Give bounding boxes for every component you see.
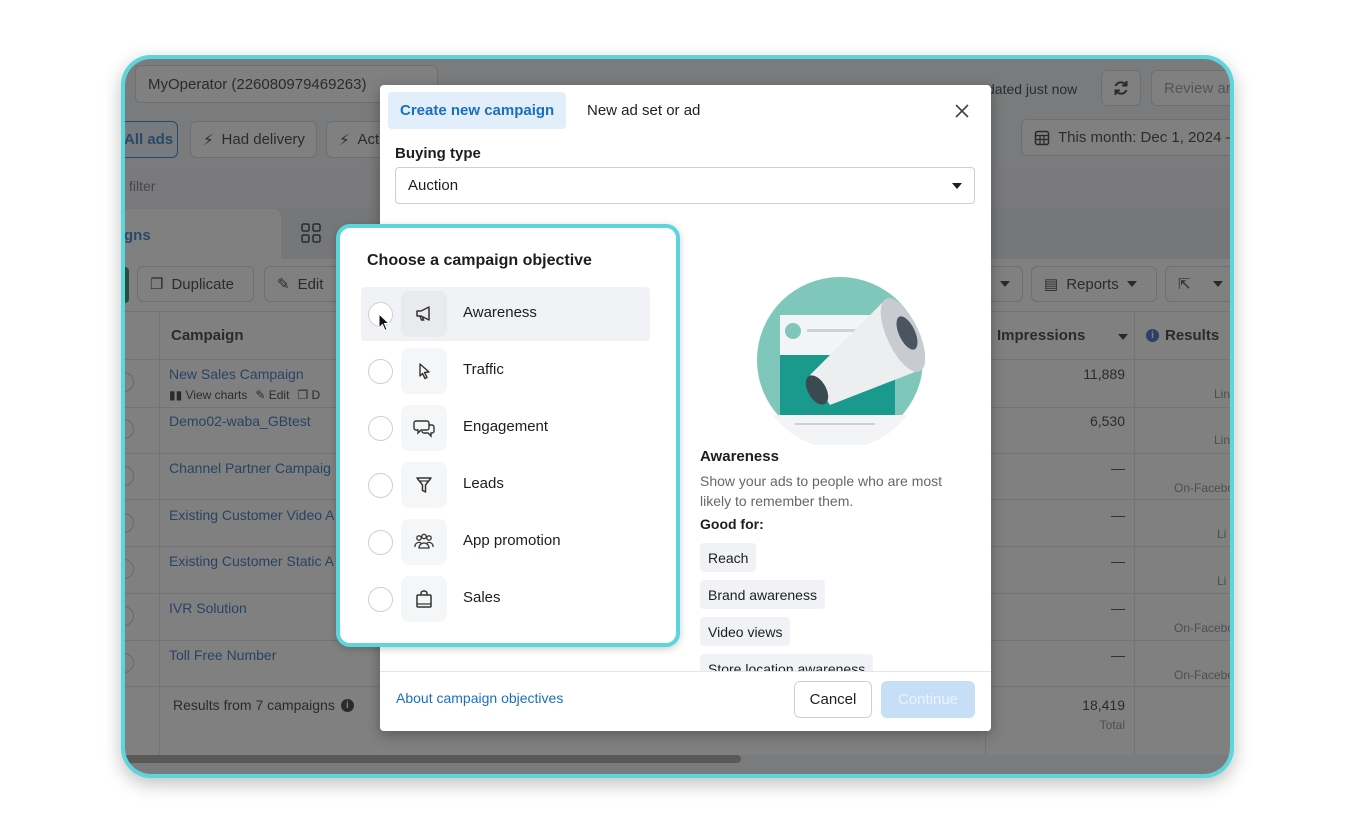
illustration-avatar <box>785 323 801 339</box>
illustration-card-bottom <box>773 415 907 445</box>
objective-option-leads[interactable]: Leads <box>361 458 650 512</box>
good-for-chip: Video views <box>700 617 791 646</box>
objective-label: Sales <box>463 589 501 606</box>
megaphone-icon <box>401 291 447 337</box>
objective-radio[interactable] <box>368 416 393 441</box>
objective-label: Traffic <box>463 361 504 378</box>
objective-label: Leads <box>463 475 504 492</box>
caret-down-icon <box>952 182 962 189</box>
continue-button-label: Continue <box>897 691 959 708</box>
cursor-icon <box>401 348 447 394</box>
awareness-illustration <box>757 277 925 445</box>
objective-description-text: Show your ads to people who are most lik… <box>700 473 943 509</box>
continue-button[interactable]: Continue <box>881 681 975 718</box>
good-for-label: Good for: <box>700 516 764 532</box>
objective-label: App promotion <box>463 532 561 549</box>
illustration-line <box>795 423 875 425</box>
cancel-button-label: Cancel <box>809 691 857 708</box>
objective-radio[interactable] <box>368 359 393 384</box>
good-for-chip: Brand awareness <box>700 580 825 609</box>
modal-footer: About campaign objectives Cancel Continu… <box>380 671 991 731</box>
buying-type-label: Buying type <box>395 145 481 162</box>
funnel-icon <box>401 462 447 508</box>
illustration-line <box>807 329 857 332</box>
about-campaign-objectives-link[interactable]: About campaign objectives <box>396 690 563 706</box>
tab-create-label: Create new campaign <box>400 102 555 119</box>
tab-create-new-campaign[interactable]: Create new campaign <box>388 92 567 129</box>
objective-label: Engagement <box>463 418 549 435</box>
mouse-cursor-icon <box>378 313 391 332</box>
good-for-chip: Reach <box>700 543 757 572</box>
objective-description-title: Awareness <box>700 448 779 465</box>
objective-panel-title: Choose a campaign objective <box>367 252 592 269</box>
people-group-icon <box>401 519 447 565</box>
objective-option-awareness[interactable]: Awareness <box>361 287 650 341</box>
shopping-bag-icon <box>401 576 447 622</box>
tab-existing-label: New ad set or ad <box>587 102 701 119</box>
objective-option-app-promotion[interactable]: App promotion <box>361 515 650 569</box>
objective-label: Awareness <box>463 304 537 321</box>
campaign-objective-panel: Choose a campaign objective Awareness Tr… <box>336 224 680 647</box>
buying-type-value: Auction <box>408 177 459 194</box>
objective-radio[interactable] <box>368 587 393 612</box>
close-icon[interactable] <box>952 101 972 121</box>
objective-option-traffic[interactable]: Traffic <box>361 344 650 398</box>
objective-radio[interactable] <box>368 473 393 498</box>
tab-new-ad-set-or-ad[interactable]: New ad set or ad <box>587 92 700 129</box>
buying-type-select[interactable]: Auction <box>395 167 975 204</box>
objective-option-engagement[interactable]: Engagement <box>361 401 650 455</box>
objective-radio[interactable] <box>368 530 393 555</box>
objective-option-sales[interactable]: Sales <box>361 572 650 626</box>
cancel-button[interactable]: Cancel <box>794 681 872 718</box>
chat-bubbles-icon <box>401 405 447 451</box>
